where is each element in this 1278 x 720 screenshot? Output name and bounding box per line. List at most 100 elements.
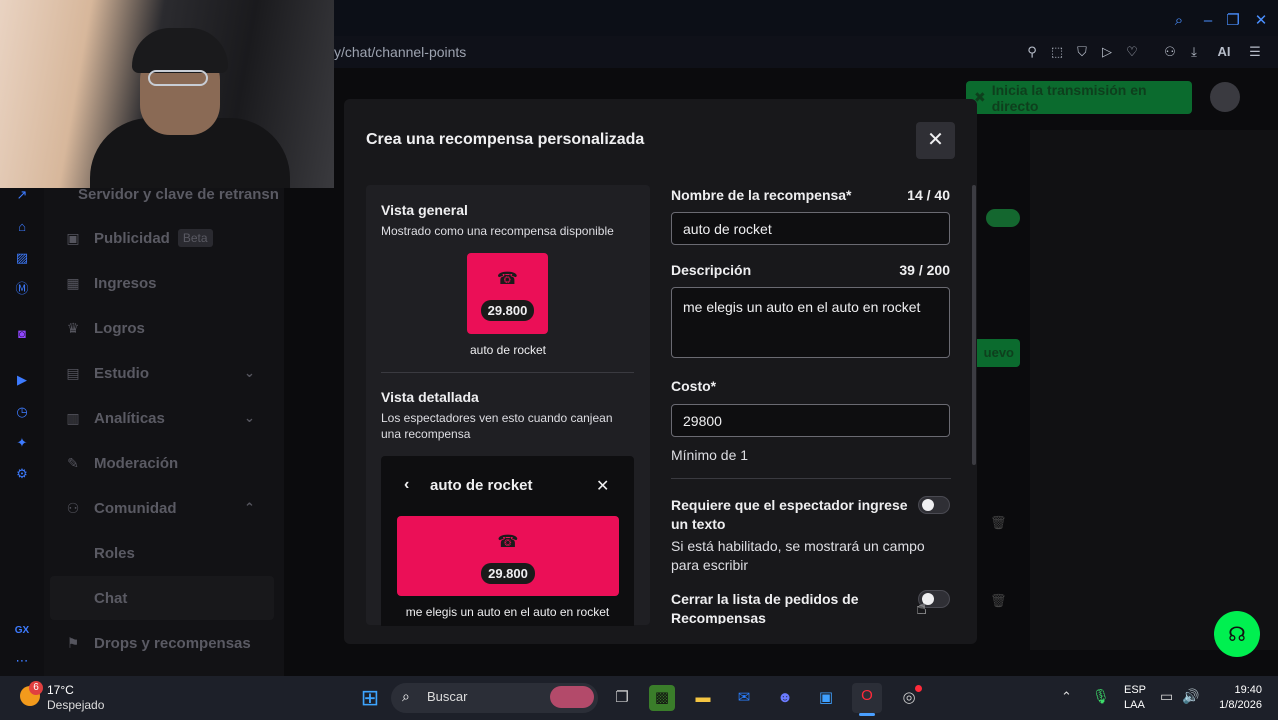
sidebar-item-achievements[interactable]: ♛ Logros [64,310,145,346]
reward-name-input[interactable] [671,212,950,245]
store-icon[interactable]: ▣ [813,685,839,711]
outlook-icon[interactable]: ✉ [731,685,757,711]
history-icon[interactable]: ◷ [13,403,31,421]
opera-gx-icon[interactable]: O [852,683,882,713]
player-icon[interactable]: ▶ [13,371,31,389]
task-view-icon[interactable]: ❐ [609,685,635,711]
windows-start-icon[interactable]: ⊞ [357,685,383,711]
trophy-icon: ♛ [66,319,80,336]
heart-icon[interactable]: ♡ [1124,44,1140,60]
pin-icon[interactable]: ⚲ [1024,44,1040,60]
divider [671,478,951,479]
extensions-icon[interactable]: ✦ [13,434,31,452]
search-icon[interactable]: ⌕ [1170,12,1188,30]
description-char-count: 39 / 200 [899,262,950,278]
sidebar-item-studio[interactable]: ▤ Estudio ⌄ [64,355,255,391]
modal-title: Crea una recompensa personalizada [366,131,645,148]
volume-icon[interactable]: 🔊 [1182,688,1199,705]
reward-gift-icon: ☎ [496,269,519,288]
name-label: Nombre de la recompensa* [671,187,852,203]
sidebar-item-revenue[interactable]: ▦ Ingresos [64,265,157,301]
gx-icon[interactable]: GX [13,622,31,640]
close-window-icon[interactable]: ✕ [1252,12,1270,30]
sidebar-item-label: Servidor y clave de retransn [78,185,279,203]
sidebar-item-advertising[interactable]: ▣ Publicidad Beta [64,220,213,256]
file-explorer-icon[interactable]: ▬ [690,685,716,711]
description-label: Descripción [671,262,752,278]
studio-icon: ▤ [66,364,80,381]
bag-icon[interactable]: ⌂ [13,218,31,236]
lang-top[interactable]: ESP [1124,684,1146,696]
webcam-overlay [0,0,334,188]
menu-icon[interactable]: ☰ [1247,44,1263,60]
twitch-icon[interactable]: ◙ [13,325,31,343]
minecraft-icon[interactable]: ▩ [649,685,675,711]
go-live-button[interactable]: ✖ Inicia la transmisión en directo [966,81,1192,114]
sidebar-item-label: Logros [94,319,145,337]
reward-cost-badge: 29.800 [481,300,534,321]
reward-gift-icon: ☎ [497,532,519,551]
weather-badge: 6 [29,681,43,695]
settings-icon[interactable]: ⚙ [13,465,31,483]
detail-reward-card: ☎ 29.800 [397,516,619,596]
cost-input[interactable] [671,404,950,437]
sidebar-item-label: Ingresos [94,274,157,292]
sidebar-item-roles[interactable]: Roles [94,545,135,562]
chevron-down-icon: ⌄ [244,365,255,380]
chevron-down-icon: ⌄ [244,410,255,425]
go-live-label: Inicia la transmisión en directo [991,81,1147,114]
require-text-toggle[interactable] [918,496,950,514]
tray-chevron-up-icon[interactable]: ⌃ [1061,689,1072,705]
support-button[interactable]: ☊ [1214,611,1260,657]
description-textarea[interactable]: me elegis un auto en el auto en rocket [671,287,950,358]
ai-button[interactable]: AI [1210,44,1238,60]
search-label: Buscar [427,689,468,704]
name-char-count: 14 / 40 [907,187,950,203]
general-view-desc: Mostrado como una recompensa disponible [381,224,614,238]
minimize-icon[interactable]: – [1199,12,1217,30]
snapshot-icon[interactable]: ⬚ [1049,44,1065,60]
share-icon[interactable]: ↗ [13,186,31,204]
modal-close-button[interactable]: ✕ [916,122,955,159]
wrench-icon: ✎ [67,454,79,471]
headset-icon: ☊ [1228,623,1246,646]
avatar[interactable] [1210,82,1240,112]
sidebar-item-drops[interactable]: ⚑ Drops y recompensas [64,625,251,661]
network-icon[interactable]: ▭ [1160,688,1173,705]
analytics-icon: ▥ [66,409,80,426]
sidebar-item-label: Drops y recompensas [94,634,251,652]
search-highlight-image [550,686,594,708]
close-icon: ✕ [927,129,944,151]
clock-time[interactable]: 19:40 [1214,684,1262,696]
sidebar-item-chat[interactable]: Chat [94,590,127,607]
account-icon[interactable]: ⚇ [1162,44,1178,60]
general-view-title: Vista general [381,202,468,218]
mail-icon[interactable]: Ⓜ [13,280,31,298]
sidebar-item-analytics[interactable]: ▥ Analíticas ⌄ [64,400,255,436]
background-new-button: uevo [970,339,1020,367]
shield-icon[interactable]: ⛉ [1074,44,1090,60]
discord-icon[interactable]: ☻ [772,685,798,711]
detail-cost-badge: 29.800 [481,563,535,584]
sidebar-item-label: Moderación [94,454,179,472]
require-text-label: Requiere que el espectador ingrese un te… [671,497,908,532]
active-app-indicator [859,713,875,716]
microphone-icon[interactable]: 🎙 [1092,688,1110,705]
background-panel [1030,130,1278,650]
news-icon[interactable]: ▨ [13,249,31,267]
restore-icon[interactable]: ❐ [1224,12,1242,30]
play-icon[interactable]: ▷ [1099,44,1115,60]
url-text[interactable]: y/chat/channel-points [334,44,466,60]
more-icon[interactable]: ⋯ [13,652,31,670]
lang-bottom[interactable]: LAA [1124,699,1145,711]
recording-dot [915,685,922,692]
sidebar-item-community[interactable]: ⚇ Comunidad ⌃ [64,490,255,526]
download-icon[interactable]: ⤓ [1186,44,1202,60]
detail-view-title: Vista detallada [381,389,479,405]
clock-date[interactable]: 1/8/2026 [1204,699,1262,711]
reward-card: ☎ 29.800 [467,253,548,334]
modal-scrollbar[interactable] [972,185,976,465]
sidebar-item-moderation[interactable]: ✎ Moderación [64,445,178,481]
background-toggle [986,209,1020,227]
chevron-up-icon: ⌃ [244,500,255,515]
